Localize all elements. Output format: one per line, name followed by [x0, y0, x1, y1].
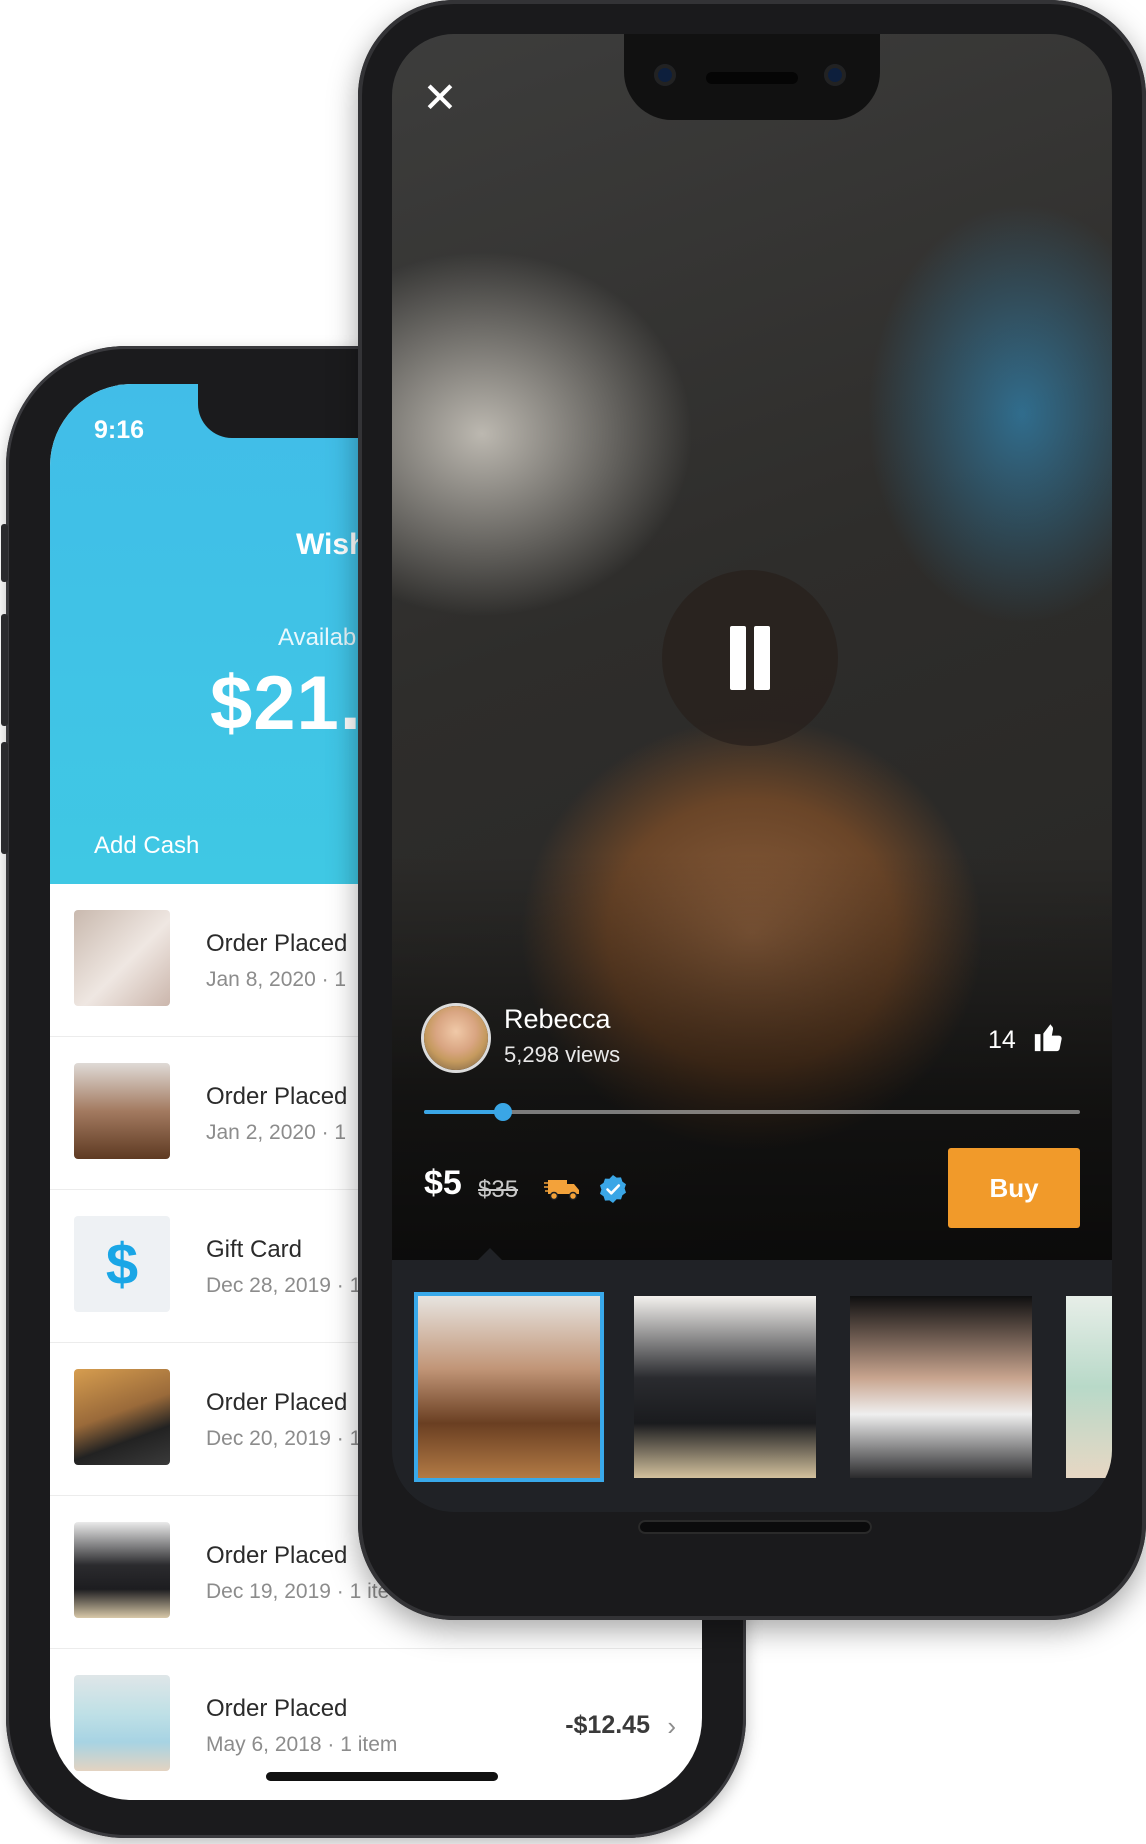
front-sensor-icon — [824, 64, 846, 86]
thumbs-up-icon[interactable] — [1032, 1020, 1066, 1054]
phone-notch — [624, 34, 880, 120]
pause-icon — [754, 626, 770, 690]
buy-button[interactable]: Buy — [948, 1148, 1080, 1228]
verified-check-icon — [600, 1175, 626, 1203]
speaker-thumbnail[interactable] — [634, 1296, 816, 1478]
product-thumbnail-strip — [392, 1248, 1112, 1512]
home-indicator[interactable] — [266, 1772, 498, 1781]
pillows-thumbnail[interactable] — [1066, 1296, 1112, 1478]
progress-handle[interactable] — [493, 1103, 512, 1121]
cable-holder-thumbnail — [74, 1369, 170, 1465]
close-icon[interactable]: ✕ — [418, 76, 462, 120]
original-price: $35 — [478, 1176, 519, 1203]
transaction-date: May 6, 2018 · 1 item — [206, 1733, 398, 1756]
add-cash-button[interactable]: Add Cash — [94, 832, 199, 860]
author-name[interactable]: Rebecca — [504, 1004, 611, 1035]
diffuser-thumbnail — [74, 1063, 170, 1159]
available-balance-label: Availab — [278, 624, 357, 651]
truck-icon — [544, 1180, 579, 1201]
diffuser-thumbnail[interactable] — [418, 1296, 600, 1478]
progress-fill — [424, 1110, 503, 1114]
active-indicator — [478, 1248, 502, 1260]
transaction-date: Dec 28, 2019 · 1 — [206, 1274, 362, 1297]
video-progress-bar[interactable] — [424, 1103, 1080, 1121]
status-time: 9:16 — [94, 416, 145, 444]
dollar-icon: $ — [105, 1231, 139, 1297]
view-count: 5,298 views — [504, 1042, 621, 1067]
mute-switch — [1, 524, 8, 582]
video-screen: ✕ Rebecca 5,298 views 14 $5 $35 Buy — [392, 34, 1112, 1512]
transaction-date: Dec 20, 2019 · 1 — [206, 1427, 362, 1450]
earpiece-speaker — [706, 72, 798, 84]
volume-down-button — [1, 742, 8, 854]
like-count: 14 — [988, 1026, 1016, 1054]
price: $5 — [424, 1164, 462, 1202]
transaction-title: Order Placed — [206, 1542, 348, 1569]
transaction-title: Order Placed — [206, 930, 348, 957]
video-phone: ✕ Rebecca 5,298 views 14 $5 $35 Buy — [358, 0, 1146, 1620]
transaction-title: Order Placed — [206, 1083, 348, 1110]
pillows-thumbnail — [74, 1675, 170, 1771]
transaction-amount: -$12.45 — [565, 1711, 650, 1739]
speaker-thumbnail — [74, 1522, 170, 1618]
gift-card-thumbnail: $ — [74, 1216, 170, 1312]
transaction-title: Order Placed — [206, 1695, 348, 1722]
pause-icon — [730, 626, 746, 690]
front-camera-icon — [654, 64, 676, 86]
transaction-date: Jan 2, 2020 · 1 — [206, 1121, 347, 1144]
page-title: Wish — [296, 528, 368, 561]
transaction-date: Jan 8, 2020 · 1 — [206, 968, 347, 991]
home-indicator[interactable] — [638, 1520, 872, 1534]
transaction-title: Gift Card — [206, 1236, 303, 1263]
avatar[interactable] — [424, 1006, 488, 1070]
volume-up-button — [1, 614, 8, 726]
pause-button[interactable] — [662, 570, 838, 746]
transaction-title: Order Placed — [206, 1389, 348, 1416]
transaction-date: Dec 19, 2019 · 1 ite — [206, 1580, 390, 1603]
airpods-thumbnail[interactable] — [850, 1296, 1032, 1478]
airpods-thumbnail — [74, 910, 170, 1006]
chevron-right-icon: › — [667, 1711, 676, 1741]
